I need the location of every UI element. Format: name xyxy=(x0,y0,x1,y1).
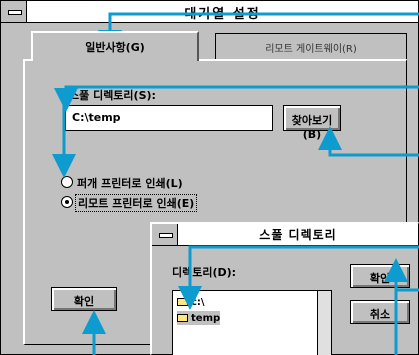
spool-dir-input[interactable]: C:\temp xyxy=(65,105,273,131)
sub-system-menu-icon[interactable] xyxy=(152,224,178,245)
list-item-label: c:\ xyxy=(191,296,205,308)
radio-remote-printer-label[interactable]: 리모트 프린터로 인쇄(E) xyxy=(75,194,198,212)
radio-local-printer-label[interactable]: 퍼개 프린터로 인쇄(L) xyxy=(77,175,183,191)
directory-list[interactable]: c:\ temp xyxy=(172,290,332,355)
radio-remote-printer[interactable] xyxy=(61,196,73,208)
dialog-title: 대기열 설정 xyxy=(184,7,261,22)
tab-general[interactable]: 일반사항(G) xyxy=(31,31,199,61)
sub-cancel-button[interactable]: 취소 xyxy=(350,300,410,324)
browse-button[interactable]: 찾아보기(B) xyxy=(283,105,341,141)
folder-icon xyxy=(177,314,188,322)
sub-dialog-title: 스풀 디렉토리 xyxy=(259,228,337,242)
directory-label: 디렉토리(D): xyxy=(172,266,237,279)
tab-remote-gateway[interactable]: 리모트 게이트웨이(R) xyxy=(215,33,407,59)
list-scrollbar[interactable] xyxy=(317,291,331,355)
ok-button[interactable]: 확인 xyxy=(51,287,117,311)
sub-title-bar: 스풀 디렉토리 xyxy=(152,224,418,246)
radio-local-printer[interactable] xyxy=(61,176,73,188)
spool-dir-label: 스풀 디렉토리(S): xyxy=(69,89,156,102)
folder-open-icon xyxy=(177,298,188,306)
list-item-label: temp xyxy=(191,312,221,324)
title-bar: 대기열 설정 xyxy=(1,1,418,23)
list-item[interactable]: temp xyxy=(177,311,221,325)
sub-ok-button[interactable]: 확인 xyxy=(350,264,410,288)
system-menu-icon[interactable] xyxy=(1,1,27,22)
spool-directory-dialog: 스풀 디렉토리 디렉토리(D): c:\ temp 확인 취소 xyxy=(150,222,419,355)
list-item[interactable]: c:\ xyxy=(177,295,205,309)
